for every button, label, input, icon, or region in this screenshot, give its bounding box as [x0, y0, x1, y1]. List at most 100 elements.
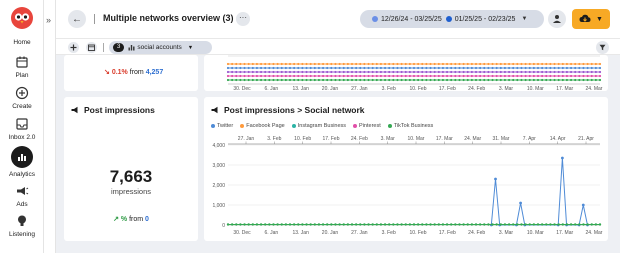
- top-series-point: [536, 74, 540, 78]
- top-series-point: [400, 62, 403, 66]
- top-series-point: [549, 74, 552, 78]
- trend-down-icon: ↘: [104, 69, 110, 76]
- top-metric-previous: 4,257: [145, 69, 164, 76]
- top-series-point: [536, 78, 540, 82]
- top-series-point: [293, 78, 296, 82]
- series-point: [578, 223, 581, 226]
- series-point: [375, 223, 378, 226]
- top-series-point: [404, 70, 407, 74]
- top-series-point: [350, 78, 354, 82]
- export-download-button[interactable]: ▼: [572, 9, 610, 29]
- top-series-point: [528, 66, 531, 70]
- nav-listening[interactable]: Listening: [0, 214, 44, 238]
- top-series-point: [499, 74, 502, 78]
- series-point: [553, 223, 556, 226]
- top-series-point: [458, 66, 461, 70]
- nav-home[interactable]: Home: [0, 36, 44, 46]
- top-series-point: [421, 78, 424, 82]
- top-series-point: [259, 70, 263, 74]
- series-point: [462, 223, 465, 226]
- nav-home-label: Home: [13, 39, 31, 46]
- back-button[interactable]: ←: [68, 10, 86, 28]
- top-series-point: [346, 70, 349, 74]
- top-series-point: [507, 62, 511, 66]
- top-series-point: [334, 74, 337, 78]
- series-point: [416, 223, 420, 226]
- filter-bar: 3 social accounts ▼: [56, 38, 620, 55]
- top-series-point: [359, 74, 362, 78]
- top-series-point: [243, 78, 246, 82]
- social-accounts-filter[interactable]: 3 social accounts ▼: [109, 41, 212, 54]
- impressions-change: %: [120, 216, 128, 223]
- series-point: [342, 223, 345, 226]
- top-series-point: [334, 66, 337, 70]
- series-point: [512, 223, 515, 226]
- collapse-sidebar-icon[interactable]: »: [46, 15, 51, 25]
- nav-ads[interactable]: Ads: [0, 184, 44, 208]
- nav-analytics[interactable]: Analytics: [0, 146, 44, 178]
- y-tick-label: 4,000: [212, 143, 225, 149]
- impressions-total: 7,663: [109, 167, 153, 186]
- series-point: [433, 223, 436, 226]
- top-series-point: [425, 66, 428, 70]
- top-series-point: [528, 70, 531, 74]
- top-series-point: [235, 66, 238, 70]
- series-point: [346, 223, 350, 226]
- top-series-point: [367, 70, 370, 74]
- share-users-button[interactable]: [548, 10, 566, 28]
- series-point: [532, 223, 536, 226]
- top-series-point: [417, 78, 420, 82]
- add-filter-button[interactable]: [68, 42, 79, 53]
- nav-plan-label: Plan: [15, 72, 29, 79]
- series-point: [491, 223, 494, 226]
- more-options-button[interactable]: ···: [236, 12, 250, 26]
- top-series-point: [388, 78, 391, 82]
- top-series-point: [392, 70, 395, 74]
- top-series-point: [425, 74, 428, 78]
- top-network-chart: 30. Dec 6. Jan 13. Jan 20. Jan 27. Jan 3. Feb…: [226, 55, 603, 92]
- top-chart-x-tick-label: 30. Dec: [233, 86, 251, 91]
- date-range-selector[interactable]: 12/26/24 - 03/25/25 01/25/25 - 02/23/25 …: [360, 10, 544, 28]
- calendar-filter-button[interactable]: [86, 42, 97, 53]
- top-series-point: [524, 66, 527, 70]
- nav-plan[interactable]: Plan: [0, 55, 44, 79]
- series-point: [247, 223, 250, 226]
- y-tick-label: 3,000: [212, 163, 225, 169]
- top-series-point: [317, 62, 321, 66]
- top-series-point: [330, 66, 333, 70]
- top-chart-x-tick-label: 17. Mar: [556, 86, 573, 91]
- top-series-point: [338, 78, 341, 82]
- top-series-point: [284, 62, 287, 66]
- top-series-point: [313, 74, 316, 78]
- top-series-point: [437, 66, 440, 70]
- top-series-point: [429, 70, 432, 74]
- top-metric-change: 0.1%: [111, 69, 128, 76]
- top-series-point: [557, 74, 560, 78]
- series-point: [243, 223, 246, 226]
- top-series-point: [429, 66, 432, 70]
- top-series-point: [251, 66, 254, 70]
- top-series-point: [479, 62, 482, 66]
- series-point: [408, 223, 412, 226]
- top-series-point: [247, 62, 250, 66]
- top-series-point: [355, 66, 358, 70]
- x-top-tick-label: 17. Mar: [436, 136, 453, 142]
- top-series-point: [483, 62, 486, 66]
- nav-inbox[interactable]: Inbox 2.0: [0, 117, 44, 141]
- top-metric-card: ↘ 0.1% from 4,257: [64, 55, 198, 91]
- top-series-point: [474, 62, 478, 66]
- top-series-point: [383, 78, 387, 82]
- x-tick-label: 10. Mar: [527, 230, 544, 236]
- top-series-point: [512, 74, 515, 78]
- nav-create[interactable]: Create: [0, 86, 44, 110]
- top-series-point: [421, 66, 424, 70]
- top-series-point: [313, 66, 316, 70]
- top-series-point: [417, 74, 420, 78]
- top-series-point: [433, 78, 436, 82]
- top-series-point: [429, 78, 432, 82]
- top-series-point: [251, 62, 254, 66]
- hootsuite-owl-logo[interactable]: [10, 6, 34, 30]
- top-chart-x-tick-label: 3. Feb: [382, 86, 396, 91]
- top-series-point: [355, 70, 358, 74]
- filter-funnel-button[interactable]: [596, 41, 609, 54]
